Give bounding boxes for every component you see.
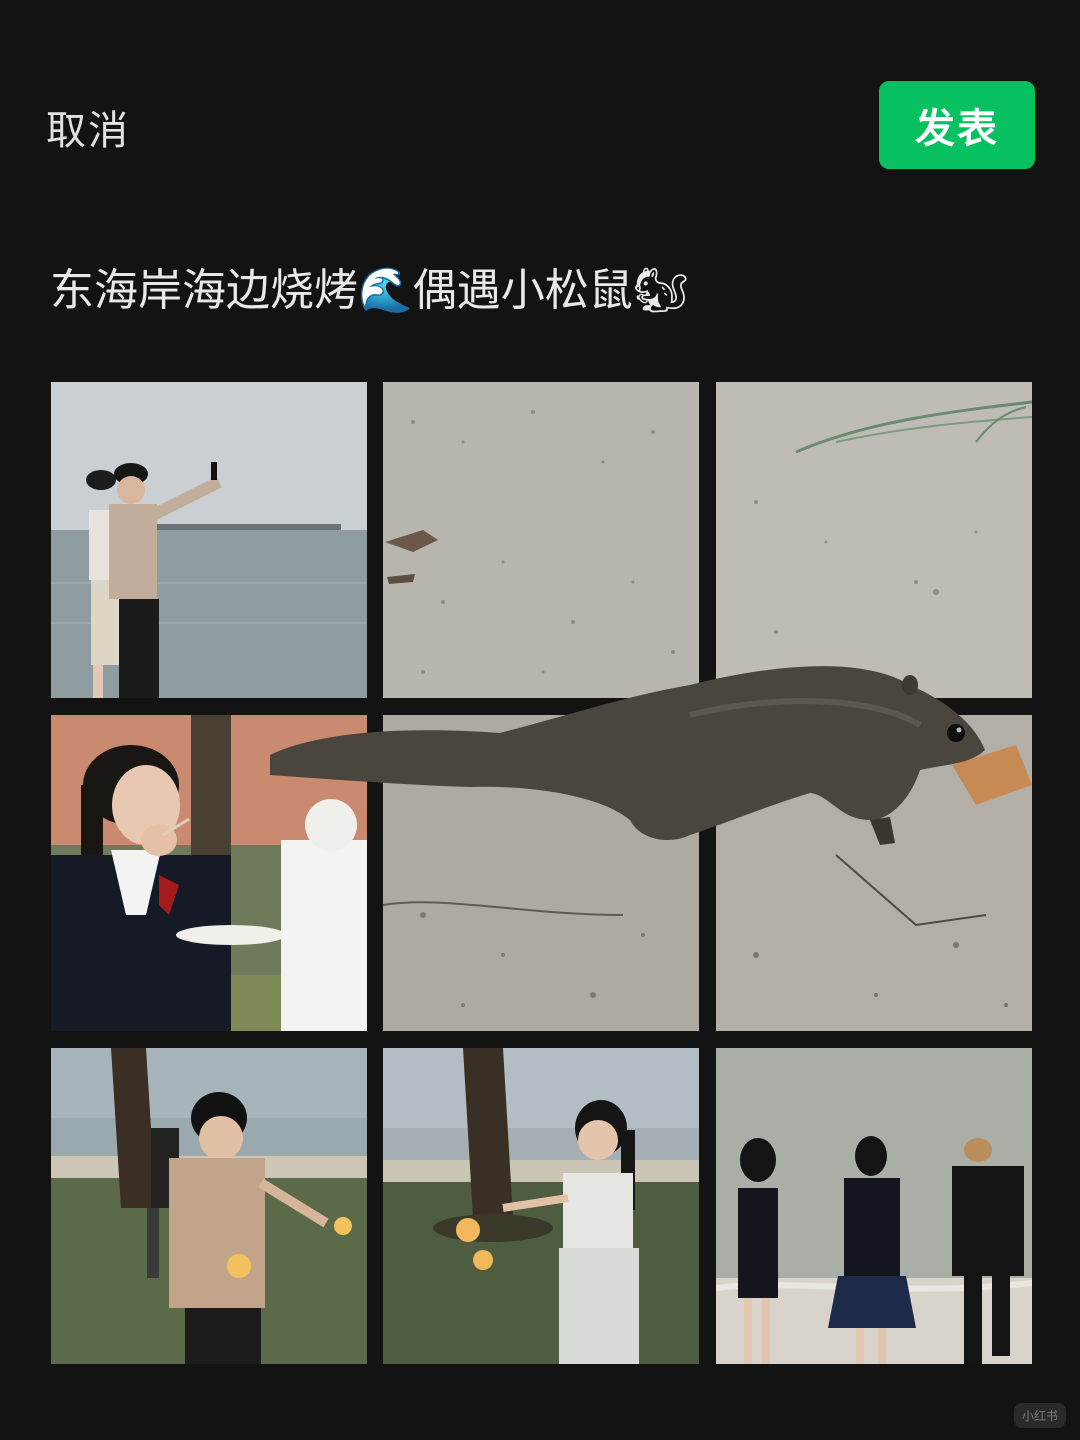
photo-tile-8[interactable] — [383, 1048, 699, 1364]
photo-sand — [383, 382, 699, 698]
photo-shore-trio — [716, 1048, 1032, 1364]
post-caption[interactable]: 东海岸海边烧烤🌊偶遇小松鼠🐿 — [50, 254, 1030, 318]
photo-squirrel — [383, 715, 699, 1031]
photo-tile-1[interactable] — [51, 382, 367, 698]
photo-tile-4[interactable] — [51, 715, 367, 1031]
photo-sand-grass — [716, 382, 1032, 698]
cancel-button[interactable]: 取消 — [46, 98, 130, 156]
photo-grid — [51, 382, 1032, 1365]
photo-sparkler-boy — [51, 1048, 367, 1364]
photo-selfie-sea — [51, 382, 367, 698]
publish-button[interactable]: 发表 — [879, 81, 1035, 169]
photo-tile-3[interactable] — [716, 382, 1032, 698]
photo-tile-2[interactable] — [383, 382, 699, 698]
photo-tile-9[interactable] — [716, 1048, 1032, 1364]
photo-tile-7[interactable] — [51, 1048, 367, 1364]
photo-tile-5[interactable] — [383, 715, 699, 1031]
compose-screen: 取消 发表 东海岸海边烧烤🌊偶遇小松鼠🐿 小红书 — [0, 0, 1080, 1440]
photo-eating — [51, 715, 367, 1031]
watermark: 小红书 — [1013, 1403, 1066, 1428]
photo-squirrel-food — [716, 715, 1032, 1031]
photo-tile-6[interactable] — [716, 715, 1032, 1031]
photo-sparkler-girl — [383, 1048, 699, 1364]
